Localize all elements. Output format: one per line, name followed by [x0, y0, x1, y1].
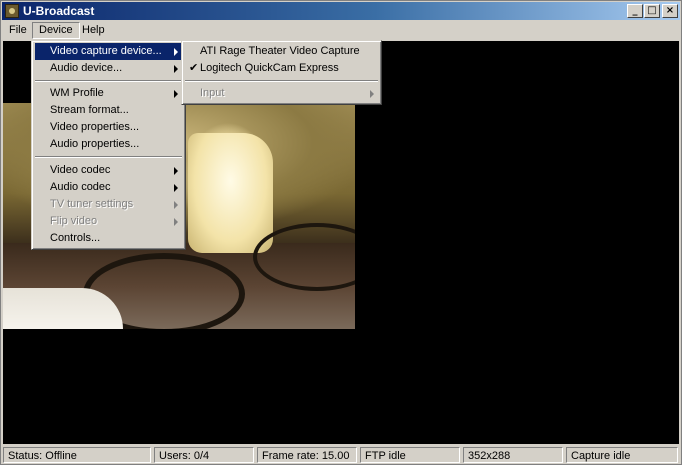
- menu-item-label: Audio codec: [50, 181, 111, 193]
- menu-item-video-properties[interactable]: Video properties...: [35, 119, 182, 136]
- menu-item-label: Input: [200, 87, 225, 99]
- menu-item-label: Controls...: [50, 232, 101, 244]
- status-users: Users: 0/4: [154, 447, 254, 463]
- capture-device-ati[interactable]: ATI Rage Theater Video Capture: [185, 43, 378, 60]
- title-bar[interactable]: U-Broadcast _ □ ×: [2, 2, 680, 20]
- menu-item-video-codec[interactable]: Video codec: [35, 162, 182, 179]
- capture-device-submenu: ATI Rage Theater Video Capture ✔ Logitec…: [181, 40, 382, 105]
- maximize-button[interactable]: □: [644, 4, 660, 18]
- menu-item-flip-video: Flip video: [35, 213, 182, 230]
- menu-item-label: ATI Rage Theater Video Capture: [200, 45, 360, 57]
- submenu-arrow-icon: [370, 90, 374, 98]
- submenu-arrow-icon: [174, 48, 178, 56]
- menu-item-stream-format[interactable]: Stream format...: [35, 102, 182, 119]
- status-connection: Status: Offline: [3, 447, 151, 463]
- status-resolution: 352x288: [463, 447, 563, 463]
- menu-bar: File Device Help: [2, 21, 680, 40]
- menu-item-video-capture-device[interactable]: Video capture device...: [35, 43, 182, 60]
- video-light-patch: [3, 288, 123, 329]
- menu-item-audio-device[interactable]: Audio device...: [35, 60, 182, 77]
- window-title: U-Broadcast: [23, 4, 95, 18]
- menu-item-label: Audio device...: [50, 62, 123, 74]
- menu-item-label: Audio properties...: [50, 138, 140, 150]
- submenu-arrow-icon: [174, 201, 178, 209]
- device-menu: Video capture device... Audio device... …: [31, 40, 186, 250]
- app-icon[interactable]: [5, 4, 19, 18]
- close-button[interactable]: ×: [662, 4, 678, 18]
- capture-device-logitech[interactable]: ✔ Logitech QuickCam Express: [185, 60, 378, 77]
- submenu-arrow-icon: [174, 167, 178, 175]
- status-frame-rate: Frame rate: 15.00: [257, 447, 357, 463]
- video-mug-shape: [188, 133, 273, 253]
- menu-item-controls[interactable]: Controls...: [35, 230, 182, 247]
- menu-item-tv-tuner-settings: TV tuner settings: [35, 196, 182, 213]
- menu-item-label: Logitech QuickCam Express: [200, 62, 339, 74]
- menu-item-label: Video properties...: [50, 121, 140, 133]
- menu-separator: [35, 80, 182, 82]
- minimize-button[interactable]: _: [627, 4, 643, 18]
- menu-separator: [185, 80, 378, 82]
- menu-separator: [35, 156, 182, 158]
- menu-item-label: Video capture device...: [50, 45, 162, 57]
- submenu-arrow-icon: [174, 65, 178, 73]
- menu-item-audio-properties[interactable]: Audio properties...: [35, 136, 182, 153]
- status-bar: Status: Offline Users: 0/4 Frame rate: 1…: [2, 446, 680, 464]
- menu-item-label: TV tuner settings: [50, 198, 134, 210]
- menu-item-input: Input: [185, 85, 378, 102]
- status-capture: Capture idle: [566, 447, 678, 463]
- menu-item-label: WM Profile: [50, 87, 104, 99]
- submenu-arrow-icon: [174, 184, 178, 192]
- menu-item-label: Video codec: [50, 164, 111, 176]
- submenu-arrow-icon: [174, 90, 178, 98]
- menu-file[interactable]: File: [3, 22, 33, 39]
- menu-item-label: Flip video: [50, 215, 98, 227]
- menu-item-label: Stream format...: [50, 104, 129, 116]
- submenu-arrow-icon: [174, 218, 178, 226]
- menu-item-audio-codec[interactable]: Audio codec: [35, 179, 182, 196]
- status-ftp: FTP idle: [360, 447, 460, 463]
- menu-device[interactable]: Device: [32, 22, 80, 39]
- menu-help[interactable]: Help: [76, 22, 111, 39]
- menu-item-wm-profile[interactable]: WM Profile: [35, 85, 182, 102]
- checkmark-icon: ✔: [189, 62, 199, 74]
- app-window: U-Broadcast _ □ × File Device Help Statu…: [0, 0, 682, 465]
